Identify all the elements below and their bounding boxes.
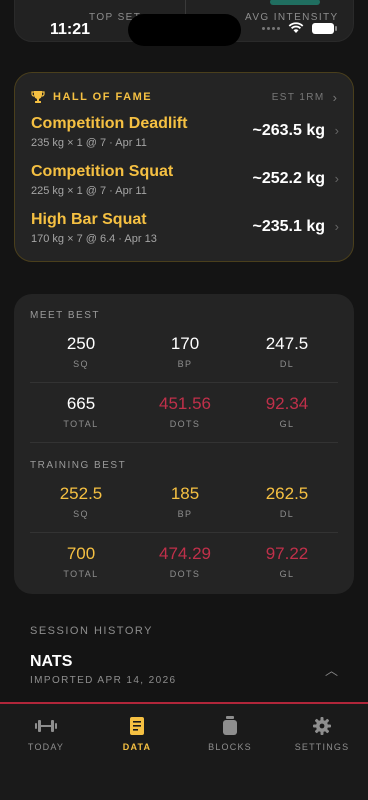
session-history-label: SESSION HISTORY [30,625,153,637]
stat-sq: 252.5 SQ [59,484,103,519]
chevron-right-icon: › [332,89,337,105]
stat-bp: 170 BP [170,334,200,369]
stat-dl: 247.5 DL [265,334,309,369]
tab-settings[interactable]: SETTINGS [282,714,362,752]
hall-of-fame-entry[interactable]: Competition Squat 225 kg × 1 @ 7 · Apr 1… [31,163,339,203]
bests-card: MEET BEST 250 SQ 170 BP 247.5 DL 665 TOTAL 4… [14,294,354,594]
exercise-name: High Bar Squat [31,211,147,228]
exercise-name: Competition Deadlift [31,115,188,132]
tab-data[interactable]: DATA [97,714,177,752]
meet-best-totals: 665 TOTAL 451.56 DOTS 92.34 GL [14,394,354,438]
status-indicators [262,22,337,34]
stat-dots: 451.56 DOTS [159,394,211,429]
training-best-label: TRAINING BEST [30,460,127,471]
stat-dl: 262.5 DL [265,484,309,519]
stat-bp: 185 BP [170,484,200,519]
divider [30,442,338,443]
tab-label: TODAY [27,742,65,752]
hall-of-fame-entry[interactable]: Competition Deadlift 235 kg × 1 @ 7 · Ap… [31,115,339,155]
blocks-icon [223,716,237,735]
battery-icon [312,22,337,34]
stat-sq: 250 SQ [66,334,96,369]
dumbbell-icon [35,720,57,732]
trophy-icon [31,91,45,103]
stat-gl: 97.22 GL [265,544,309,579]
tab-blocks[interactable]: BLOCKS [190,714,270,752]
gear-icon [313,717,331,735]
session-subtitle: IMPORTED APR 14, 2026 [30,675,177,686]
hall-of-fame-header[interactable]: HALL OF FAME EST 1RM › [31,89,337,105]
hall-of-fame-entry[interactable]: High Bar Squat 170 kg × 7 @ 6.4 · Apr 13… [31,211,339,251]
dynamic-island [128,14,241,46]
chevron-right-icon: › [334,123,339,138]
entry-detail: 225 kg × 1 @ 7 · Apr 11 [31,185,147,197]
stat-total: 700 TOTAL [63,544,99,579]
hall-of-fame-card[interactable]: HALL OF FAME EST 1RM › Competition Deadl… [14,72,354,262]
stat-total: 665 TOTAL [63,394,99,429]
tab-label: BLOCKS [208,742,252,752]
tab-label: SETTINGS [294,742,350,752]
chevron-right-icon: › [334,171,339,186]
intensity-value-partial [270,0,320,5]
divider [30,382,338,383]
status-time: 11:21 [50,21,91,38]
meet-best-lifts: 250 SQ 170 BP 247.5 DL [14,334,354,378]
stat-dots: 474.29 DOTS [159,544,211,579]
estimated-1rm: ~263.5 kg [252,122,326,139]
wifi-icon [288,22,304,33]
meet-best-label: MEET BEST [30,310,100,321]
chevron-right-icon: › [334,219,339,234]
training-best-totals: 700 TOTAL 474.29 DOTS 97.22 GL [14,544,354,588]
entry-detail: 170 kg × 7 @ 6.4 · Apr 13 [31,233,157,245]
stat-gl: 92.34 GL [265,394,309,429]
chevron-up-icon[interactable]: ︿ [325,660,338,679]
estimated-1rm: ~235.1 kg [252,218,326,235]
tab-today[interactable]: TODAY [6,714,86,752]
tab-label: DATA [122,742,152,752]
tab-bar: TODAY DATA BLOCKS SETTINGS [0,702,368,800]
entry-detail: 235 kg × 1 @ 7 · Apr 11 [31,137,147,149]
divider [30,532,338,533]
training-best-lifts: 252.5 SQ 185 BP 262.5 DL [14,484,354,528]
hall-of-fame-title: HALL OF FAME [53,91,153,103]
signal-icon [262,26,280,30]
document-icon [130,717,144,735]
session-name[interactable]: NATS [30,653,72,671]
metric-label: EST 1RM [271,91,325,103]
exercise-name: Competition Squat [31,163,174,180]
estimated-1rm: ~252.2 kg [252,170,326,187]
